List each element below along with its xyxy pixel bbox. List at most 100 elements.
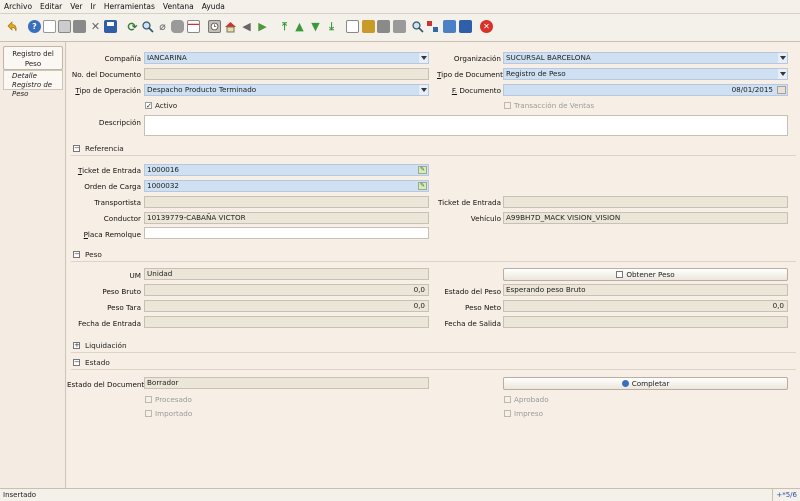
- docstatus-field[interactable]: Borrador: [144, 377, 429, 389]
- collapse-icon[interactable]: −: [73, 251, 80, 258]
- tipoop-select[interactable]: Despacho Producto Terminado: [144, 84, 429, 96]
- last-record-icon[interactable]: ⤓: [325, 20, 338, 33]
- calendar-icon[interactable]: [777, 86, 786, 94]
- tara-field[interactable]: 0,0: [144, 300, 429, 312]
- fsalida-field[interactable]: [503, 316, 788, 328]
- compania-select[interactable]: IANCARINA: [144, 52, 429, 64]
- procesado-checkbox[interactable]: Procesado: [145, 395, 192, 404]
- refresh-icon[interactable]: ⟳: [126, 20, 139, 34]
- obtener-peso-button[interactable]: Obtener Peso: [503, 268, 788, 281]
- menu-ir[interactable]: Ir: [91, 2, 96, 11]
- parent-record-icon[interactable]: ◀: [240, 20, 253, 33]
- divider: [71, 352, 796, 353]
- nodoc-label: No. del Documento: [71, 70, 141, 79]
- section-liquidacion[interactable]: + Liquidación: [67, 340, 800, 351]
- detail-record-icon[interactable]: ▶: [256, 20, 269, 33]
- menu-herramientas[interactable]: Herramientas: [104, 2, 155, 11]
- subtab-registro-de-peso[interactable]: Registro de Peso: [12, 81, 62, 99]
- orden-field[interactable]: 1000032 ✎: [144, 180, 429, 192]
- checkbox-checked-icon: ✓: [145, 102, 152, 110]
- tipoop-label: Tipo de Operación: [75, 86, 141, 95]
- delete-selection-icon[interactable]: ✕: [89, 20, 102, 33]
- workflow-icon[interactable]: [426, 20, 439, 33]
- print-preview-icon[interactable]: [377, 20, 390, 33]
- lookup-icon[interactable]: ✎: [418, 182, 427, 190]
- lookup-icon[interactable]: ✎: [418, 166, 427, 174]
- menu-ver[interactable]: Ver: [70, 2, 82, 11]
- section-referencia[interactable]: − Referencia: [67, 143, 800, 154]
- transportista-field[interactable]: [144, 196, 429, 208]
- new-icon[interactable]: [43, 20, 56, 33]
- grid-toggle-icon[interactable]: [187, 20, 200, 33]
- report-icon[interactable]: [346, 20, 359, 33]
- first-record-icon[interactable]: ⤒: [278, 20, 291, 33]
- tipodoc-select[interactable]: Registro de Peso: [503, 68, 788, 80]
- chevron-down-icon[interactable]: [778, 69, 787, 79]
- menu-ayuda[interactable]: Ayuda: [202, 2, 225, 11]
- home-icon[interactable]: [224, 20, 237, 33]
- bruto-field[interactable]: 0,0: [144, 284, 429, 296]
- section-peso[interactable]: − Peso: [67, 249, 800, 260]
- subtab-detalle[interactable]: Detalle: [12, 72, 62, 81]
- nodoc-field[interactable]: [144, 68, 429, 80]
- next-record-icon[interactable]: ▼: [309, 20, 322, 33]
- chat-icon[interactable]: [171, 20, 184, 33]
- zoom-across-icon[interactable]: [411, 20, 424, 33]
- previous-record-icon[interactable]: ▲: [293, 20, 306, 33]
- exit-icon[interactable]: ✕: [480, 20, 493, 33]
- ticket2-field[interactable]: [503, 196, 788, 208]
- undo-icon[interactable]: [5, 20, 18, 33]
- chevron-down-icon[interactable]: [419, 85, 428, 95]
- tab-registro-del-peso[interactable]: Registro del Peso: [3, 46, 63, 70]
- um-field[interactable]: Unidad: [144, 268, 429, 280]
- docstatus-label: Estado del Documento: [67, 380, 149, 389]
- um-label: UM: [129, 271, 141, 280]
- scale-icon: [616, 271, 624, 278]
- section-estado[interactable]: − Estado: [67, 357, 800, 368]
- importado-checkbox[interactable]: Importado: [145, 409, 192, 418]
- activo-checkbox[interactable]: ✓ Activo: [145, 101, 177, 110]
- section-liquidacion-title: Liquidación: [85, 341, 127, 350]
- print-icon[interactable]: [393, 20, 406, 33]
- history-icon[interactable]: [208, 20, 221, 33]
- chevron-down-icon[interactable]: [419, 53, 428, 63]
- completar-button[interactable]: Completar: [503, 377, 788, 390]
- descripcion-field[interactable]: [144, 115, 788, 136]
- fentrada-field[interactable]: [144, 316, 429, 328]
- organizacion-select[interactable]: SUCURSAL BARCELONA: [503, 52, 788, 64]
- menu-ventana[interactable]: Ventana: [163, 2, 194, 11]
- vehiculo-label: Vehículo: [470, 214, 501, 223]
- placa-field[interactable]: [144, 227, 429, 239]
- impreso-checkbox[interactable]: Impreso: [504, 409, 543, 418]
- transaccion-ventas-checkbox[interactable]: Transacción de Ventas: [504, 101, 594, 110]
- section-estado-title: Estado: [85, 358, 110, 367]
- collapse-icon[interactable]: −: [73, 359, 80, 366]
- collapse-icon[interactable]: −: [73, 145, 80, 152]
- help-icon[interactable]: ?: [28, 20, 41, 33]
- ticket-field[interactable]: 1000016 ✎: [144, 164, 429, 176]
- record-indicator[interactable]: +*5/6: [772, 489, 797, 501]
- vehiculo-field[interactable]: A99BH7D_MACK VISION_VISION: [503, 212, 788, 224]
- conductor-field[interactable]: 10139779-CABAÑA VICTOR: [144, 212, 429, 224]
- menu-editar[interactable]: Editar: [40, 2, 62, 11]
- archive-icon[interactable]: [362, 20, 375, 33]
- menu-archivo[interactable]: Archivo: [4, 2, 32, 11]
- ticket2-label: Ticket de Entrada: [437, 198, 501, 207]
- organizacion-label: Organización: [453, 54, 501, 63]
- product-info-icon[interactable]: [443, 20, 456, 33]
- chevron-down-icon[interactable]: [778, 53, 787, 63]
- delete-icon[interactable]: [73, 20, 86, 33]
- expand-icon[interactable]: +: [73, 342, 80, 349]
- workbench-icon[interactable]: [459, 20, 472, 33]
- fdoc-field[interactable]: 08/01/2015: [503, 84, 788, 96]
- attachment-icon[interactable]: ⌀: [156, 20, 169, 33]
- sidebar-subtabs[interactable]: Detalle Registro de Peso: [3, 70, 63, 98]
- estado-peso-field[interactable]: Esperando peso Bruto: [503, 284, 788, 296]
- aprobado-checkbox[interactable]: Aprobado: [504, 395, 549, 404]
- copy-icon[interactable]: [58, 20, 71, 33]
- save-icon[interactable]: [104, 20, 117, 33]
- placa-label: Placa Remolque: [83, 230, 141, 239]
- neto-field[interactable]: 0,0: [503, 300, 788, 312]
- checkbox-icon: [145, 396, 152, 403]
- find-icon[interactable]: [141, 20, 154, 33]
